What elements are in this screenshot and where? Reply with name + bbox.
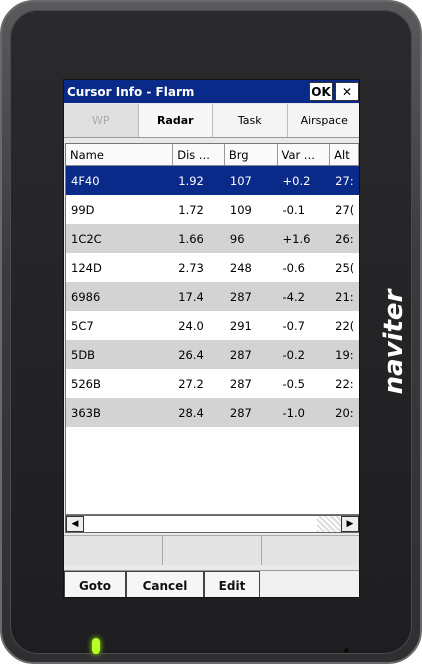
title-bar: Cursor Info - Flarm OK ✕ — [64, 80, 359, 103]
reset-hole-icon — [344, 648, 349, 653]
table-row[interactable]: 1C2C 1.66 96 +1.6 26: — [66, 224, 359, 253]
table-row[interactable]: 526B 27.2 287 -0.5 22: — [66, 369, 359, 398]
tab-task[interactable]: Task — [213, 104, 288, 137]
cell-bearing: 287 — [229, 347, 252, 362]
brand-text: naviter — [379, 289, 409, 395]
cell-name: 1C2C — [71, 231, 102, 246]
table-row[interactable]: 6986 17.4 287 -4.2 21: — [66, 282, 359, 311]
table-body: 4F40 1.92 107 +0.2 27: 99D 1.72 109 -0.1 27(1C2C 1… — [66, 166, 359, 427]
edit-button[interactable]: Edit — [204, 571, 260, 597]
column-header-bearing[interactable]: Brg — [224, 144, 278, 165]
cell-distance: 24.0 — [178, 318, 204, 333]
screen: Cursor Info - Flarm OK ✕ WP Radar Task A… — [63, 79, 360, 598]
cell-distance: 17.4 — [178, 289, 204, 304]
cell-name: 124D — [71, 260, 102, 275]
cell-distance: 28.4 — [178, 405, 204, 420]
cell-vario: -0.1 — [282, 202, 305, 217]
cell-bearing: 291 — [229, 318, 252, 333]
brand-logo: naviter — [374, 262, 414, 422]
cell-bearing: 248 — [229, 260, 252, 275]
table-row[interactable]: 4F40 1.92 107 +0.2 27: — [66, 166, 359, 195]
table-row[interactable]: 124D 2.73 248 -0.6 25( — [66, 253, 359, 282]
goto-button[interactable]: Goto — [64, 571, 126, 597]
flarm-table: Name Dis ... Brg Var ... Alt 4F40 1.92 107… — [65, 143, 359, 515]
window-title: Cursor Info - Flarm — [67, 84, 195, 99]
cell-vario: -1.0 — [282, 405, 305, 420]
tab-airspace[interactable]: Airspace — [287, 104, 359, 137]
cell-distance: 27.2 — [178, 376, 204, 391]
cell-bearing: 287 — [229, 289, 252, 304]
cell-bearing: 96 — [229, 231, 245, 246]
cell-vario: -0.5 — [282, 376, 305, 391]
cell-altitude: 21: — [335, 289, 354, 304]
cell-name: 5C7 — [71, 318, 94, 333]
cell-vario: -0.2 — [282, 347, 305, 362]
cell-vario: -0.7 — [282, 318, 305, 333]
scroll-thumb[interactable] — [317, 516, 341, 532]
ok-button[interactable]: OK — [309, 82, 333, 101]
cell-distance: 1.92 — [178, 173, 204, 188]
cell-vario: +0.2 — [282, 173, 311, 188]
table-header: Name Dis ... Brg Var ... Alt — [66, 144, 359, 166]
cell-altitude: 22: — [335, 376, 354, 391]
close-button[interactable]: ✕ — [335, 82, 359, 101]
horizontal-scrollbar[interactable]: ◀ ▶ — [65, 515, 359, 533]
bottom-bar-spacer — [260, 571, 359, 597]
cell-distance: 1.72 — [178, 202, 204, 217]
bottom-bar: Goto Cancel Edit — [64, 570, 359, 597]
cell-altitude: 26: — [335, 231, 354, 246]
cell-name: 99D — [71, 202, 95, 217]
cell-altitude: 20: — [335, 405, 354, 420]
cancel-button[interactable]: Cancel — [126, 571, 204, 597]
scroll-track[interactable] — [84, 516, 341, 532]
cell-name: 363B — [71, 405, 101, 420]
table-row[interactable]: 363B 28.4 287 -1.0 20: — [66, 398, 359, 427]
status-row — [64, 535, 359, 565]
cell-vario: -4.2 — [282, 289, 305, 304]
scroll-left-arrow-icon[interactable]: ◀ — [66, 516, 84, 532]
scroll-right-arrow-icon[interactable]: ▶ — [341, 516, 359, 532]
cell-name: 526B — [71, 376, 101, 391]
cell-name: 6986 — [71, 289, 101, 304]
column-header-distance[interactable]: Dis ... — [173, 144, 225, 165]
table-row[interactable]: 5DB 26.4 287 -0.2 19: — [66, 340, 359, 369]
cell-bearing: 287 — [229, 376, 252, 391]
cell-distance: 26.4 — [178, 347, 204, 362]
cell-name: 4F40 — [71, 173, 100, 188]
power-led-icon — [92, 638, 100, 654]
column-header-vario[interactable]: Var ... — [277, 144, 331, 165]
cell-altitude: 22( — [335, 318, 355, 333]
cell-altitude: 27: — [335, 173, 354, 188]
table-row[interactable]: 99D 1.72 109 -0.1 27( — [66, 195, 359, 224]
cell-vario: -0.6 — [282, 260, 305, 275]
cell-bearing: 109 — [229, 202, 252, 217]
status-cell — [64, 536, 163, 565]
cell-distance: 1.66 — [178, 231, 204, 246]
status-cell — [163, 536, 262, 565]
cell-bearing: 107 — [229, 173, 252, 188]
cell-distance: 2.73 — [178, 260, 204, 275]
column-header-altitude[interactable]: Alt — [330, 144, 359, 165]
table-row[interactable]: 5C7 24.0 291 -0.7 22( — [66, 311, 359, 340]
status-cell — [262, 536, 359, 565]
cell-bearing: 287 — [229, 405, 252, 420]
cell-altitude: 25( — [335, 260, 355, 275]
tab-bar: WP Radar Task Airspace — [64, 104, 359, 138]
cell-altitude: 27( — [335, 202, 355, 217]
tab-wp[interactable]: WP — [64, 104, 139, 137]
cell-vario: +1.6 — [282, 231, 311, 246]
cell-altitude: 19: — [335, 347, 354, 362]
tab-radar[interactable]: Radar — [138, 104, 213, 137]
column-header-name[interactable]: Name — [66, 144, 174, 165]
cell-name: 5DB — [71, 347, 96, 362]
